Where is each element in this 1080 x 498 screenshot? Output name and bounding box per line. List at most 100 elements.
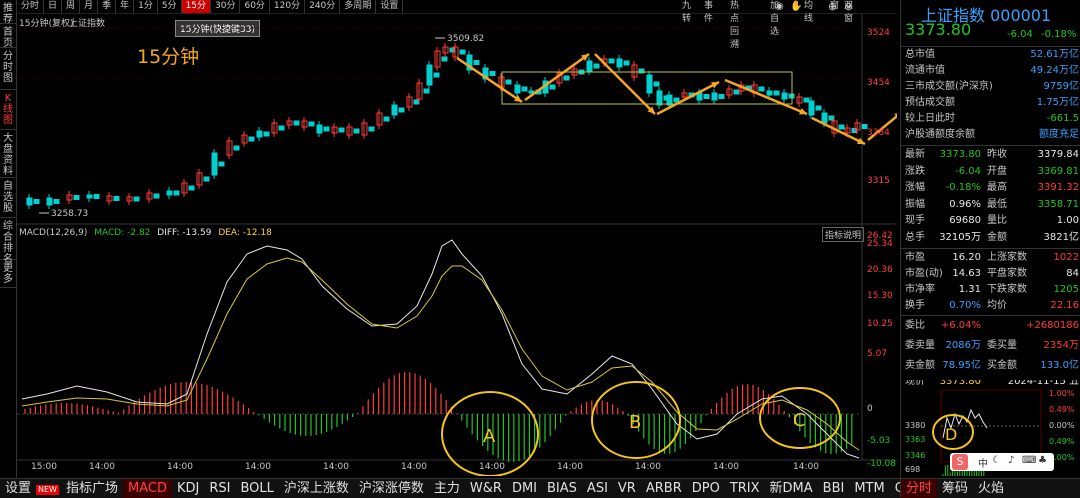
quote-value: -0.18% bbox=[945, 182, 981, 193]
close-icon[interactable]: ⊗ bbox=[844, 0, 853, 13]
indicator-tab-13[interactable]: ASI bbox=[582, 479, 613, 498]
candle-body bbox=[173, 190, 180, 196]
quote-value: 3379.84 bbox=[1037, 149, 1079, 160]
indicator-tab-9[interactable]: 主力 bbox=[429, 479, 465, 498]
trend-arrow bbox=[524, 52, 590, 102]
indicator-tab-4[interactable]: KDJ bbox=[172, 479, 204, 498]
sidebar-item-1[interactable]: 首页 bbox=[0, 24, 16, 49]
indicator-tab-20[interactable]: MTM bbox=[849, 479, 889, 498]
tool-button-2[interactable]: 热点回溯 bbox=[728, 0, 741, 50]
panel-tab-2[interactable]: 火焰 bbox=[973, 479, 1009, 498]
candle-body bbox=[391, 104, 398, 116]
candle-body bbox=[188, 185, 195, 191]
indicator-tab-5[interactable]: RSI bbox=[204, 479, 235, 498]
market-value: 14.63 bbox=[952, 268, 981, 279]
order-row: 卖金额 78.95亿 买金额 133.0亿 bbox=[901, 358, 1080, 374]
kline-chart[interactable]: 15分钟(复权) 上证指数 15分钟(快捷键33) 15分钟 3509.82 32… bbox=[17, 14, 897, 476]
panel-bottom-tabs: 分时 筹码 火焰 bbox=[901, 478, 1080, 498]
trend-arrow bbox=[724, 78, 808, 116]
period-tab-9[interactable]: 30分 bbox=[211, 0, 241, 13]
market-value: 1205 bbox=[1053, 284, 1079, 295]
zoom-in-icon[interactable]: ⊕ bbox=[828, 0, 837, 13]
tool-button-0[interactable]: 九转 bbox=[680, 0, 693, 24]
annotation-label: A bbox=[483, 426, 496, 447]
floating-toolbar[interactable]: S 中 ☾ ♪ ⌨ ♣ bbox=[950, 453, 1054, 471]
sidebar-item-5[interactable]: 自选股 bbox=[0, 178, 16, 218]
period-tab-5[interactable]: 年 bbox=[116, 0, 135, 13]
candle-body bbox=[718, 94, 725, 99]
indicator-tab-18[interactable]: 新DMA bbox=[765, 479, 818, 498]
hand-icon[interactable]: ✋ bbox=[790, 1, 802, 12]
indicator-tab-11[interactable]: DMI bbox=[507, 479, 542, 498]
candle-body bbox=[218, 161, 225, 167]
sidebar-item-6[interactable]: 综合排名 bbox=[0, 218, 16, 265]
period-tab-7[interactable]: 5分 bbox=[158, 0, 182, 13]
market-row: 换手 0.70% 均价 22.16 bbox=[901, 298, 1080, 314]
stat-label: 流通市值 bbox=[905, 65, 945, 76]
period-tab-6[interactable]: 1分 bbox=[134, 0, 158, 13]
indicator-tab-17[interactable]: TRIX bbox=[725, 479, 765, 498]
tool-button-1[interactable]: 事件 bbox=[702, 0, 715, 24]
period-tab-0[interactable]: 分时 bbox=[17, 0, 45, 13]
stat-row: 流通市值 49.24万亿 bbox=[901, 63, 1080, 79]
indicator-tab-12[interactable]: BIAS bbox=[542, 479, 582, 498]
candle-body bbox=[203, 176, 210, 182]
sidebar-item-7[interactable]: 更多 bbox=[0, 260, 16, 288]
candle-body bbox=[338, 127, 345, 133]
period-tab-1[interactable]: 日 bbox=[44, 0, 63, 13]
period-tab-8[interactable]: 15分 bbox=[181, 0, 212, 13]
candle-body bbox=[656, 90, 663, 106]
indicator-tab-6[interactable]: BOLL bbox=[235, 479, 278, 498]
candle-body bbox=[586, 60, 593, 72]
indicator-tab-3[interactable]: MACD bbox=[122, 479, 172, 498]
period-tab-14[interactable]: 设置 bbox=[376, 0, 404, 13]
indicator-tab-8[interactable]: 沪深涨停数 bbox=[354, 479, 429, 498]
keyboard-icon[interactable]: ⌨ bbox=[1022, 455, 1036, 466]
divider bbox=[901, 315, 1080, 316]
mini-pct-tick: 1.00% bbox=[1049, 389, 1075, 398]
indicator-tab-10[interactable]: W&R bbox=[465, 479, 507, 498]
quote-label: 总手 bbox=[905, 231, 925, 243]
indicator-tab-0[interactable]: 设置 bbox=[0, 479, 36, 498]
indicator-tab-2[interactable]: 指标广场 bbox=[61, 479, 123, 498]
candle-body bbox=[263, 131, 270, 137]
period-tab-2[interactable]: 周 bbox=[62, 0, 81, 13]
macd-tick: 0 bbox=[867, 404, 873, 414]
price-tick: 3524 bbox=[867, 28, 890, 38]
panel-tab-1[interactable]: 筹码 bbox=[937, 479, 973, 498]
tool-button-4[interactable]: 均线 bbox=[802, 0, 815, 24]
mini-pct-tick: 0.49% bbox=[1049, 437, 1075, 446]
sidebar-item-4[interactable]: 大盘资料 bbox=[0, 130, 16, 178]
indicator-tab-15[interactable]: ARBR bbox=[641, 479, 687, 498]
period-tab-13[interactable]: 多周期 bbox=[340, 0, 377, 13]
period-tab-12[interactable]: 240分 bbox=[305, 0, 341, 13]
indicator-tab-16[interactable]: DPO bbox=[687, 479, 725, 498]
shirt-icon[interactable]: ♣ bbox=[1038, 455, 1047, 466]
order-label: 现价 bbox=[905, 380, 925, 387]
period-tab-10[interactable]: 60分 bbox=[240, 0, 270, 13]
mini-price-tick: 3363 bbox=[905, 435, 925, 444]
dea-value: DEA: -12.18 bbox=[218, 228, 272, 238]
eye-icon[interactable]: ◉ bbox=[775, 1, 784, 12]
sidebar-item-2[interactable]: 分时图 bbox=[0, 48, 16, 90]
moon-icon[interactable]: ☾ bbox=[992, 455, 1001, 466]
market-label: 平盘家数 bbox=[987, 268, 1027, 279]
period-tab-3[interactable]: 月 bbox=[80, 0, 99, 13]
market-label: 市盈(动) bbox=[905, 268, 943, 279]
indicator-tab-14[interactable]: VR bbox=[613, 479, 641, 498]
quote-label: 最低 bbox=[987, 198, 1007, 210]
language-icon[interactable]: 中 bbox=[978, 455, 988, 470]
mic-icon[interactable]: ♪ bbox=[1008, 455, 1014, 466]
sidebar-item-0[interactable]: 推荐 bbox=[0, 0, 16, 25]
diff-value: DIFF: -13.59 bbox=[157, 228, 212, 238]
period-tab-11[interactable]: 120分 bbox=[270, 0, 306, 13]
indicator-tab-7[interactable]: 沪深上涨数 bbox=[279, 479, 354, 498]
panel-tab-0[interactable]: 分时 bbox=[901, 479, 938, 498]
stat-row: 总市值 52.61万亿 bbox=[901, 47, 1080, 63]
indicator-help-button[interactable]: 指标说明 bbox=[822, 227, 865, 242]
period-tab-4[interactable]: 季 bbox=[98, 0, 117, 13]
stat-label: 预估成交额 bbox=[905, 97, 955, 108]
indicator-tab-19[interactable]: BBI bbox=[818, 479, 850, 498]
sidebar-item-3[interactable]: K线图 bbox=[0, 90, 16, 130]
order-value: 78.95亿 bbox=[942, 360, 981, 371]
